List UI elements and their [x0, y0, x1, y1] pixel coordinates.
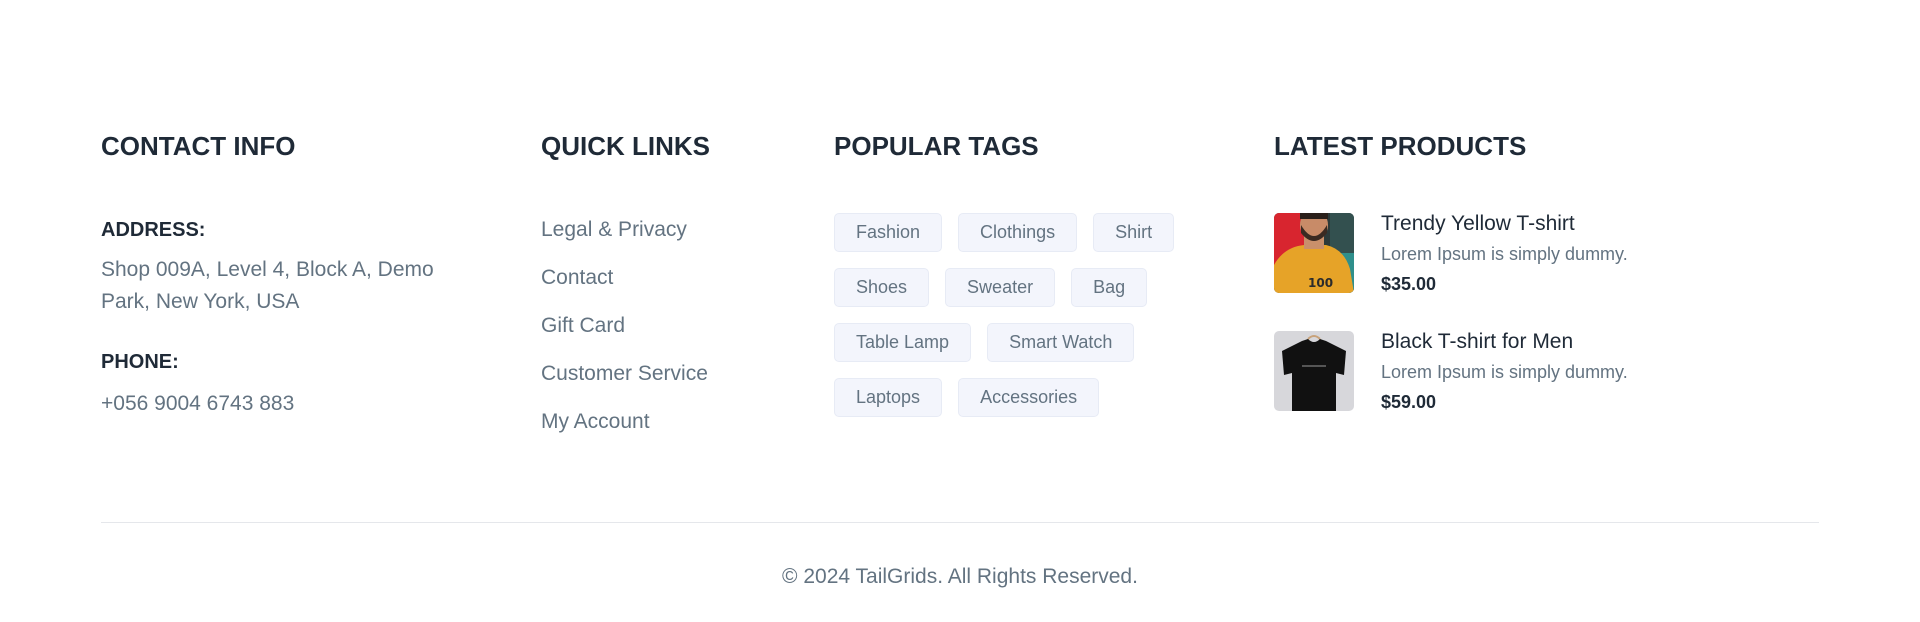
svg-text:100: 100: [1308, 276, 1333, 290]
tag-clothings[interactable]: Clothings: [958, 213, 1078, 252]
product-description: Lorem Ipsum is simply dummy.: [1381, 362, 1628, 382]
product-description: Lorem Ipsum is simply dummy.: [1381, 244, 1628, 264]
tag-smart-watch[interactable]: Smart Watch: [987, 323, 1135, 362]
copyright-text: © 2024 TailGrids. All Rights Reserved.: [782, 565, 1138, 588]
contact-info-heading: CONTACT INFO: [101, 131, 296, 161]
address-label: ADDRESS:: [101, 219, 206, 241]
popular-tags-section: POPULAR TAGS Fashion Clothings Shirt Sho…: [834, 130, 1234, 417]
phone-value: +056 9004 6743 883: [101, 392, 295, 415]
link-legal-privacy[interactable]: Legal & Privacy: [541, 218, 687, 241]
tag-fashion[interactable]: Fashion: [834, 213, 943, 252]
product-price: $59.00: [1381, 392, 1437, 412]
footer-divider: [101, 522, 1819, 523]
black-tshirt-image[interactable]: [1274, 331, 1354, 411]
product-list: 100 Trendy Yellow T-shirt Lorem Ipsum is…: [1274, 212, 1694, 449]
link-gift-card[interactable]: Gift Card: [541, 314, 625, 337]
phone-label: PHONE:: [101, 351, 179, 373]
quick-links-section: QUICK LINKS Legal & Privacy Contact Gift…: [541, 130, 801, 433]
product-name[interactable]: Black T-shirt for Men: [1381, 327, 1628, 357]
link-contact[interactable]: Contact: [541, 266, 613, 289]
tag-shirt[interactable]: Shirt: [1093, 213, 1175, 252]
quick-link-item: Contact: [541, 262, 708, 310]
link-my-account[interactable]: My Account: [541, 410, 650, 433]
product-item[interactable]: Black T-shirt for Men Lorem Ipsum is sim…: [1274, 330, 1694, 449]
quick-link-item: Legal & Privacy: [541, 214, 708, 262]
product-info: Trendy Yellow T-shirt Lorem Ipsum is sim…: [1381, 209, 1628, 299]
tag-shoes[interactable]: Shoes: [834, 268, 930, 307]
popular-tags-heading: POPULAR TAGS: [834, 131, 1039, 161]
quick-link-item: Customer Service: [541, 358, 708, 406]
tag-table-lamp[interactable]: Table Lamp: [834, 323, 972, 362]
quick-link-item: My Account: [541, 406, 708, 454]
tag-sweater[interactable]: Sweater: [945, 268, 1056, 307]
tag-bag[interactable]: Bag: [1071, 268, 1148, 307]
address-value: Shop 009A, Level 4, Block A, Demo Park, …: [101, 258, 434, 313]
tag-laptops[interactable]: Laptops: [834, 378, 943, 417]
quick-links-list: Legal & Privacy Contact Gift Card Custom…: [541, 214, 708, 454]
yellow-tshirt-image[interactable]: 100: [1274, 213, 1354, 293]
link-customer-service[interactable]: Customer Service: [541, 362, 708, 385]
tag-accessories[interactable]: Accessories: [958, 378, 1100, 417]
latest-products-heading: LATEST PRODUCTS: [1274, 131, 1527, 161]
site-footer: CONTACT INFO ADDRESS: Shop 009A, Level 4…: [0, 0, 1920, 622]
product-name[interactable]: Trendy Yellow T-shirt: [1381, 209, 1628, 239]
product-price: $35.00: [1381, 274, 1437, 294]
quick-link-item: Gift Card: [541, 310, 708, 358]
quick-links-heading: QUICK LINKS: [541, 131, 710, 161]
product-info: Black T-shirt for Men Lorem Ipsum is sim…: [1381, 327, 1628, 417]
tag-list: Fashion Clothings Shirt Shoes Sweater Ba…: [834, 213, 1234, 417]
latest-products-section: LATEST PRODUCTS 100 Trendy Yellow T-shir…: [1274, 130, 1694, 412]
product-item[interactable]: 100 Trendy Yellow T-shirt Lorem Ipsum is…: [1274, 212, 1694, 331]
contact-info-section: CONTACT INFO ADDRESS: Shop 009A, Level 4…: [101, 130, 481, 415]
